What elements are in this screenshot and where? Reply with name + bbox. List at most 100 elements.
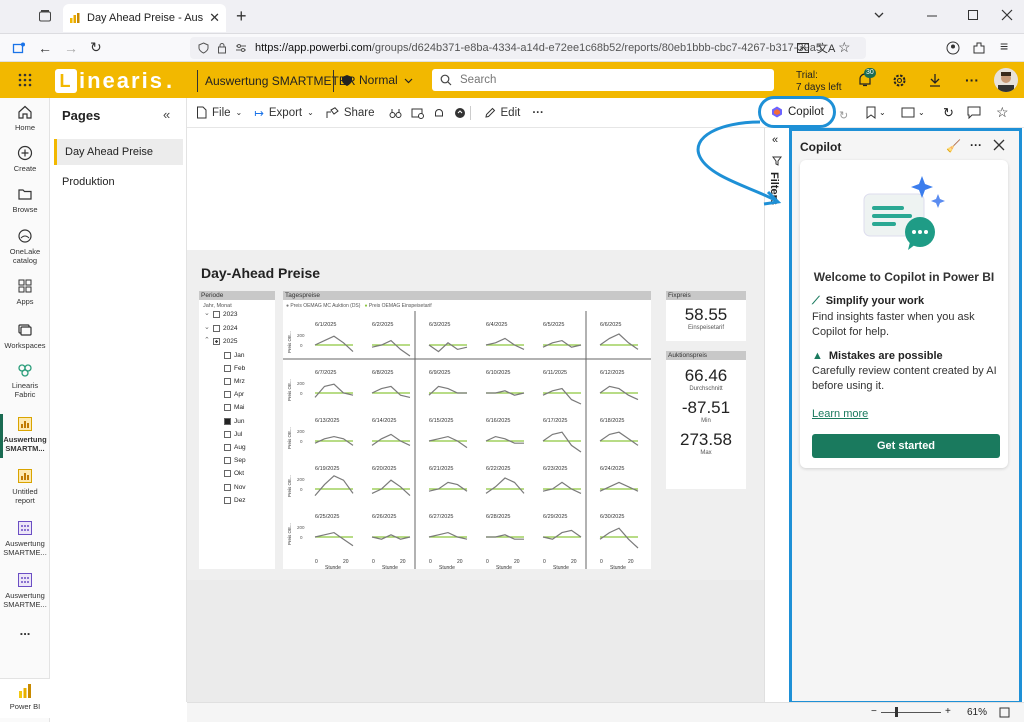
collapse-pages-icon[interactable]: « bbox=[163, 107, 170, 122]
app-launcher-icon[interactable] bbox=[18, 73, 32, 87]
file-menu-button[interactable]: File ⌄ bbox=[196, 106, 242, 119]
nav-apps[interactable]: Apps bbox=[0, 278, 50, 306]
trial-status[interactable]: Trial: 7 days left bbox=[796, 70, 842, 94]
checkbox[interactable] bbox=[213, 311, 220, 318]
share-button[interactable]: Share bbox=[326, 107, 375, 119]
fit-to-page-icon[interactable] bbox=[999, 707, 1010, 718]
zoom-in-button[interactable]: + bbox=[945, 706, 951, 717]
checkbox[interactable] bbox=[224, 351, 231, 359]
checkbox[interactable] bbox=[224, 391, 231, 399]
checkbox[interactable] bbox=[224, 404, 231, 412]
page-tab-produktion[interactable]: Produktion bbox=[54, 169, 183, 195]
forward-button[interactable]: → bbox=[64, 40, 78, 56]
more-options-icon[interactable]: ··· bbox=[965, 72, 979, 88]
clear-broom-icon[interactable]: 🧹 bbox=[946, 139, 961, 153]
slicer-month-jul[interactable]: Jul bbox=[224, 430, 242, 438]
edit-button[interactable]: Edit bbox=[484, 107, 520, 119]
reader-view-icon[interactable] bbox=[796, 41, 810, 55]
checkbox[interactable] bbox=[213, 324, 220, 332]
toolbar-more-icon[interactable]: ··· bbox=[532, 107, 544, 119]
nav-more-button[interactable]: ... bbox=[0, 624, 50, 637]
container-icon[interactable] bbox=[12, 41, 26, 55]
binoculars-icon[interactable] bbox=[389, 107, 402, 119]
nav-semantic-model-1[interactable]: Auswertung SMARTME... bbox=[0, 520, 50, 557]
user-avatar[interactable] bbox=[994, 68, 1018, 92]
nav-untitled-report[interactable]: Untitled report bbox=[0, 468, 50, 505]
chevron-down-icon[interactable]: ⌃ bbox=[204, 336, 210, 344]
powerbi-experience-switcher[interactable]: Power BI bbox=[0, 678, 50, 718]
nav-onelake-catalog[interactable]: OneLake catalog bbox=[0, 228, 50, 265]
checkbox[interactable] bbox=[224, 483, 231, 491]
filters-pane-collapsed[interactable]: « Filters bbox=[764, 128, 788, 704]
browser-menu-icon[interactable]: ≡ bbox=[1000, 38, 1008, 54]
nav-create[interactable]: Create bbox=[0, 145, 50, 173]
minimize-button[interactable] bbox=[925, 8, 939, 22]
refresh-icon[interactable]: ↻ bbox=[943, 105, 954, 121]
extensions-icon[interactable] bbox=[972, 41, 986, 55]
sensitivity-label-button[interactable]: Normal bbox=[341, 73, 413, 87]
chevron-down-icon[interactable]: ⌄ bbox=[204, 323, 210, 331]
zoom-out-button[interactable]: − bbox=[871, 706, 877, 717]
tab-list-chevron-icon[interactable] bbox=[872, 8, 886, 22]
reload-button[interactable]: ↻ bbox=[90, 39, 102, 56]
checkbox[interactable] bbox=[224, 417, 231, 425]
slicer-month-jan[interactable]: Jan bbox=[224, 351, 244, 359]
close-tab-icon[interactable]: ✕ bbox=[209, 10, 220, 26]
insights-icon[interactable] bbox=[454, 107, 466, 119]
slicer-month-aug[interactable]: Aug bbox=[224, 443, 246, 451]
bookmark-button[interactable]: ⌄ bbox=[866, 106, 886, 119]
slicer-month-feb[interactable]: Feb bbox=[224, 364, 245, 372]
url-bar[interactable]: https://app.powerbi.com/groups/d624b371-… bbox=[190, 37, 866, 59]
nav-workspaces[interactable]: Workspaces bbox=[0, 322, 50, 350]
slicer-month-nov[interactable]: Nov bbox=[224, 483, 246, 491]
tab-overview-icon[interactable] bbox=[38, 9, 52, 23]
slicer-month-apr[interactable]: Apr bbox=[224, 391, 244, 399]
slicer-month-mai[interactable]: Mai bbox=[224, 404, 244, 412]
notifications-button[interactable]: 30 bbox=[857, 68, 876, 88]
nav-linearis-fabric[interactable]: Linearis Fabric bbox=[0, 362, 50, 399]
slicer-month-sep[interactable]: Sep bbox=[224, 457, 246, 465]
checkbox[interactable] bbox=[224, 457, 231, 465]
favorite-star-icon[interactable]: ☆ bbox=[996, 104, 1009, 121]
browser-tab-active[interactable]: Day Ahead Preise - Auswertung ✕ bbox=[63, 4, 226, 32]
get-started-button[interactable]: Get started bbox=[812, 434, 1000, 458]
nav-semantic-model-2[interactable]: Auswertung SMARTME... bbox=[0, 572, 50, 609]
zoom-slider-thumb[interactable] bbox=[895, 707, 898, 717]
permissions-icon[interactable] bbox=[235, 42, 247, 54]
search-input[interactable]: Search bbox=[432, 69, 774, 91]
slicer-month-mrz[interactable]: Mrz bbox=[224, 377, 245, 385]
comment-icon[interactable] bbox=[967, 106, 981, 119]
nav-browse[interactable]: Browse bbox=[0, 186, 50, 214]
slicer-month-okt[interactable]: Okt bbox=[224, 470, 244, 478]
bookmark-star-icon[interactable]: ☆ bbox=[838, 39, 851, 56]
checkbox[interactable] bbox=[213, 338, 220, 345]
copilot-more-icon[interactable]: ··· bbox=[970, 138, 982, 152]
settings-gear-icon[interactable] bbox=[892, 73, 907, 88]
view-button[interactable]: ⌄ bbox=[901, 107, 925, 118]
alert-bell-icon[interactable] bbox=[433, 107, 445, 119]
slicer-year-2024[interactable]: 2024 bbox=[213, 324, 237, 332]
nav-home[interactable]: Home bbox=[0, 104, 50, 132]
new-tab-button[interactable]: + bbox=[236, 6, 247, 27]
slicer-year-2023[interactable]: 2023 bbox=[213, 311, 237, 318]
download-icon[interactable] bbox=[928, 72, 942, 88]
page-tab-day-ahead-preise[interactable]: Day Ahead Preise bbox=[54, 139, 183, 165]
account-icon[interactable] bbox=[946, 41, 960, 55]
zoom-slider-track[interactable] bbox=[881, 712, 941, 713]
copilot-close-icon[interactable] bbox=[993, 139, 1005, 151]
nav-auswertung-report[interactable]: Auswertung SMARTM... bbox=[0, 416, 50, 453]
maximize-button[interactable] bbox=[966, 8, 980, 22]
chevron-down-icon[interactable]: ⌄ bbox=[204, 309, 210, 317]
slicer-year-2025[interactable]: 2025 bbox=[213, 338, 237, 345]
checkbox[interactable] bbox=[224, 470, 231, 478]
export-menu-button[interactable]: ↦ Export ⌄ bbox=[254, 106, 314, 120]
translate-icon[interactable]: 文A bbox=[817, 40, 835, 56]
close-window-button[interactable] bbox=[1000, 8, 1014, 22]
slicer-month-dez[interactable]: Dez bbox=[224, 496, 246, 504]
learn-more-link[interactable]: Learn more bbox=[812, 408, 868, 420]
linearis-logo[interactable]: L inearis . bbox=[55, 68, 174, 94]
checkbox[interactable] bbox=[224, 496, 231, 504]
checkbox[interactable] bbox=[224, 377, 231, 385]
checkbox[interactable] bbox=[224, 430, 231, 438]
slicer-month-jun[interactable]: Jun bbox=[224, 417, 244, 425]
